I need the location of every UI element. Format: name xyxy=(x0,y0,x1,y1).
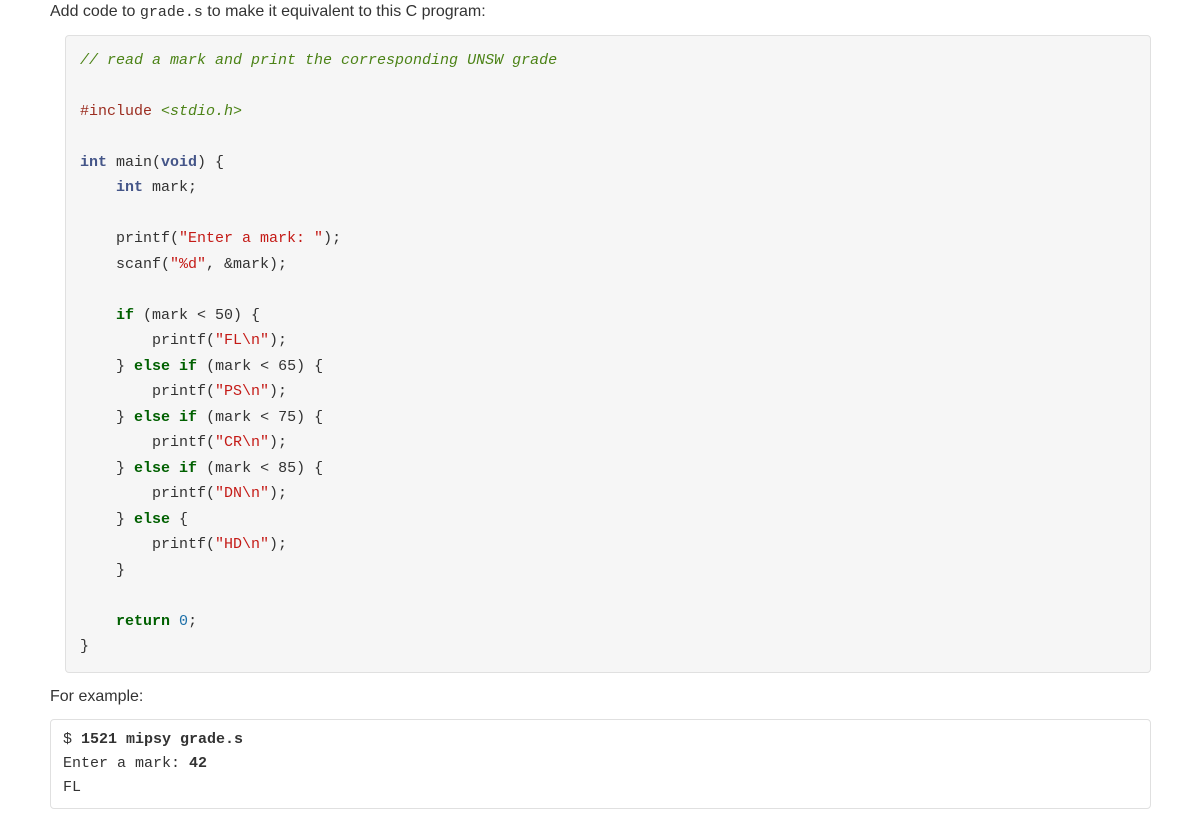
decl-type: int xyxy=(116,179,143,196)
printf-call-1: printf( xyxy=(80,230,179,247)
void-kw: void xyxy=(161,154,197,171)
else-kw-1: else xyxy=(134,358,170,375)
close3: ); xyxy=(269,383,287,400)
dn-string: "DN\n" xyxy=(215,485,269,502)
printf-ps-open: printf( xyxy=(80,383,215,400)
term-command: 1521 mipsy grade.s xyxy=(72,731,243,748)
if-close: } xyxy=(80,562,125,579)
close5: ); xyxy=(269,485,287,502)
scan-arg: , &mark); xyxy=(206,256,287,273)
else-kw-3: else xyxy=(134,460,170,477)
elif1-brace: } xyxy=(80,358,134,375)
intro-prefix: Add code to xyxy=(50,3,140,20)
printf-hd-open: printf( xyxy=(80,536,215,553)
prompt-string: "Enter a mark: " xyxy=(179,230,323,247)
return-kw: return xyxy=(116,613,170,630)
code-comment: // read a mark and print the correspondi… xyxy=(80,52,557,69)
if-kw: if xyxy=(116,307,134,324)
else-kw-4: else xyxy=(134,511,170,528)
terminal-block: $ 1521 mipsy grade.s Enter a mark: 42 FL xyxy=(50,719,1151,809)
close1: ); xyxy=(323,230,341,247)
intro-filename: grade.s xyxy=(140,4,203,21)
include-keyword: #include xyxy=(80,103,152,120)
c-code-block: // read a mark and print the correspondi… xyxy=(65,35,1151,673)
cr-string: "CR\n" xyxy=(215,434,269,451)
elif3-brace: } xyxy=(80,460,134,477)
printf-dn-open: printf( xyxy=(80,485,215,502)
intro-text: Add code to grade.s to make it equivalen… xyxy=(50,0,1151,25)
ps-string: "PS\n" xyxy=(215,383,269,400)
if-cond: (mark < 50) { xyxy=(134,307,260,324)
close6: ); xyxy=(269,536,287,553)
close2: ); xyxy=(269,332,287,349)
elif3-cond: (mark < 85) { xyxy=(197,460,323,477)
printf-fl-open: printf( xyxy=(80,332,215,349)
if-kw-3: if xyxy=(179,460,197,477)
term-line2-input: 42 xyxy=(189,755,207,772)
decl-rest: mark; xyxy=(143,179,197,196)
close4: ); xyxy=(269,434,287,451)
else-brace: } xyxy=(80,511,134,528)
if-kw-1: if xyxy=(179,358,197,375)
main-sig-1: main( xyxy=(107,154,161,171)
term-line2-prefix: Enter a mark: xyxy=(63,755,189,772)
fl-string: "FL\n" xyxy=(215,332,269,349)
return-semi: ; xyxy=(188,613,197,630)
elif2-cond: (mark < 75) { xyxy=(197,409,323,426)
else-open: { xyxy=(170,511,188,528)
hd-string: "HD\n" xyxy=(215,536,269,553)
scan-fmt: "%d" xyxy=(170,256,206,273)
example-label: For example: xyxy=(50,685,1151,709)
term-line3: FL xyxy=(63,779,81,796)
else-kw-2: else xyxy=(134,409,170,426)
scanf-call: scanf( xyxy=(80,256,170,273)
elif2-brace: } xyxy=(80,409,134,426)
include-header: <stdio.h> xyxy=(161,103,242,120)
intro-suffix: to make it equivalent to this C program: xyxy=(203,3,486,20)
type-int: int xyxy=(80,154,107,171)
printf-cr-open: printf( xyxy=(80,434,215,451)
return-val: 0 xyxy=(179,613,188,630)
if-kw-2: if xyxy=(179,409,197,426)
main-close: } xyxy=(80,638,89,655)
elif1-cond: (mark < 65) { xyxy=(197,358,323,375)
term-prompt: $ xyxy=(63,731,72,748)
main-sig-2: ) { xyxy=(197,154,224,171)
